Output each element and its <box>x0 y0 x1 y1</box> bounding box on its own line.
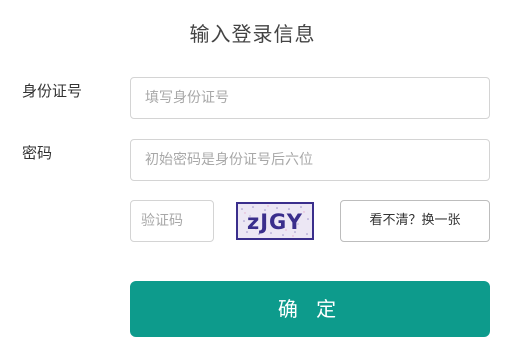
captcha-input[interactable] <box>130 200 214 242</box>
id-number-input[interactable] <box>130 77 490 119</box>
id-number-label: 身份证号 <box>22 82 83 100</box>
captcha-image[interactable]: zJGY <box>236 202 314 240</box>
captcha-noise-graphic: zJGY <box>238 204 312 238</box>
page-title: 输入登录信息 <box>189 22 316 46</box>
captcha-text: zJGY <box>247 210 303 234</box>
password-label: 密码 <box>22 144 53 162</box>
password-input[interactable] <box>130 139 490 181</box>
refresh-captcha-button[interactable]: 看不清？换一张 <box>340 200 490 242</box>
submit-button[interactable]: 确 定 <box>130 281 490 337</box>
